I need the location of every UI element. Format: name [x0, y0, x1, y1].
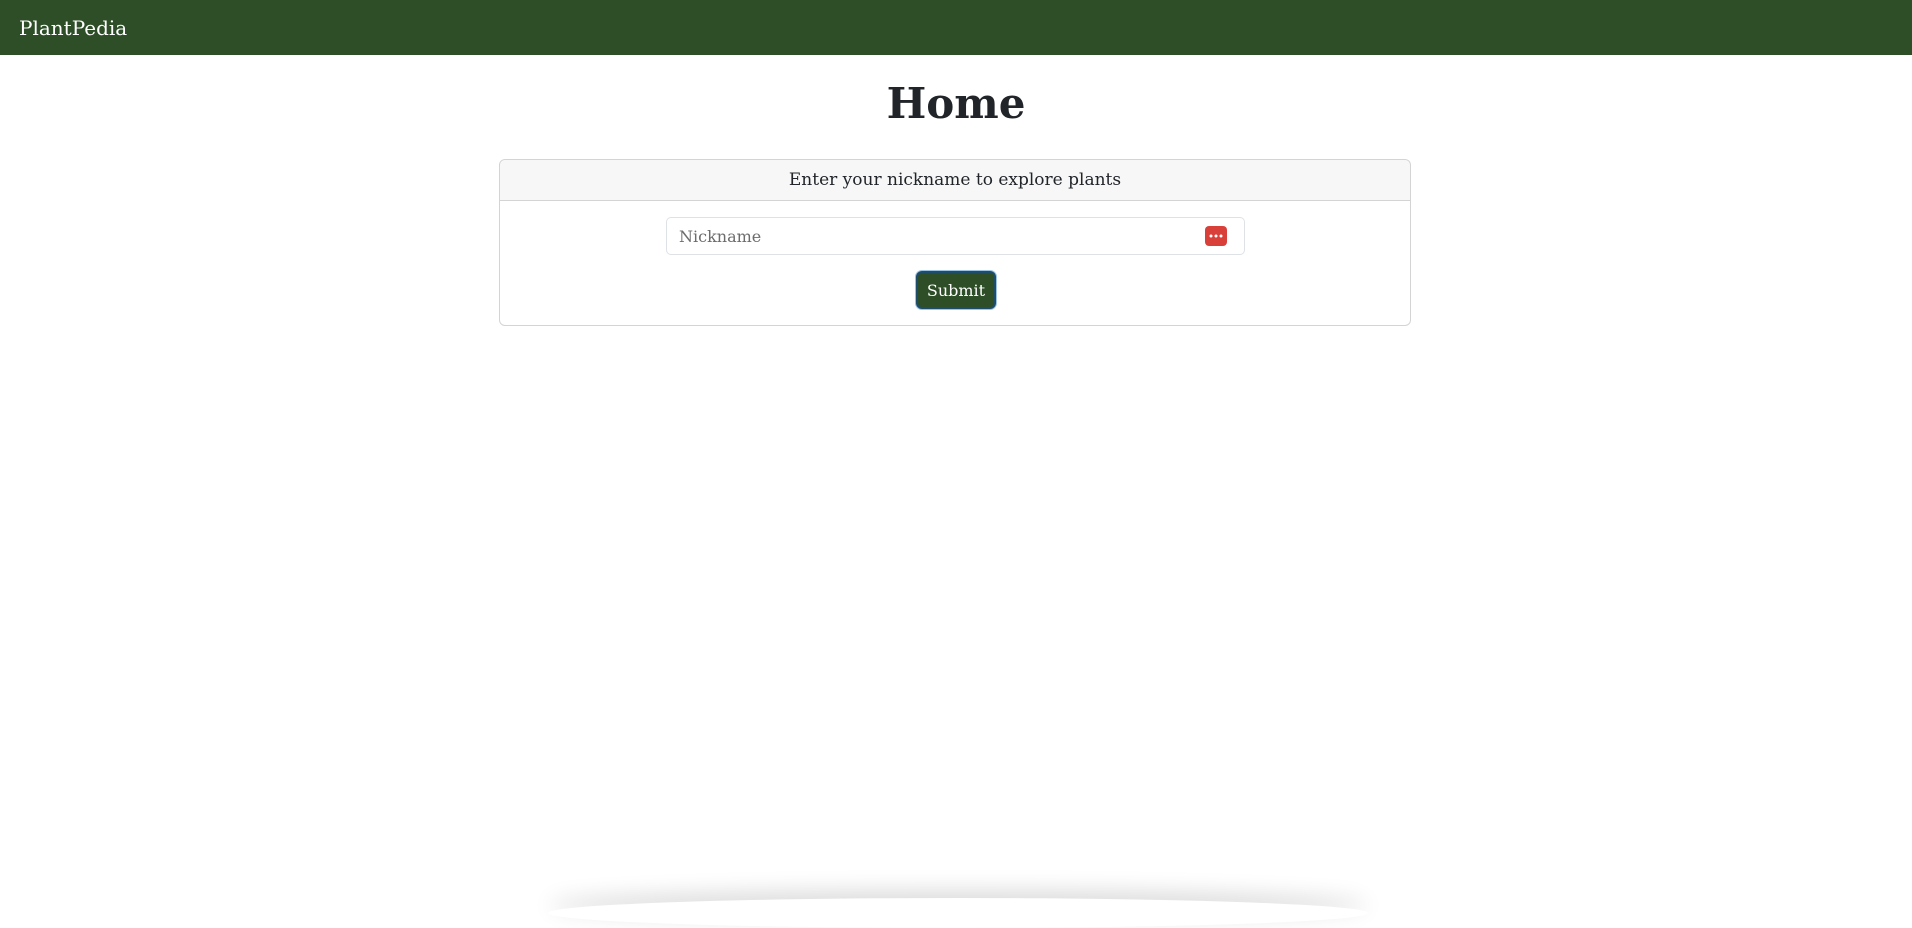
password-manager-icon[interactable]: [1205, 226, 1227, 246]
brand-link[interactable]: PlantPedia: [19, 16, 127, 40]
submit-button[interactable]: Submit: [916, 271, 996, 309]
nickname-input[interactable]: [667, 218, 1211, 254]
nickname-card: Enter your nickname to explore plants Su…: [499, 159, 1411, 326]
ellipsis-icon: [1209, 234, 1223, 238]
page-title: Home: [886, 79, 1026, 128]
card-header: Enter your nickname to explore plants: [500, 160, 1410, 201]
bottom-overlay-shadow: [548, 898, 1368, 928]
nickname-field-wrapper: [666, 217, 1245, 255]
navbar: PlantPedia: [0, 0, 1912, 55]
